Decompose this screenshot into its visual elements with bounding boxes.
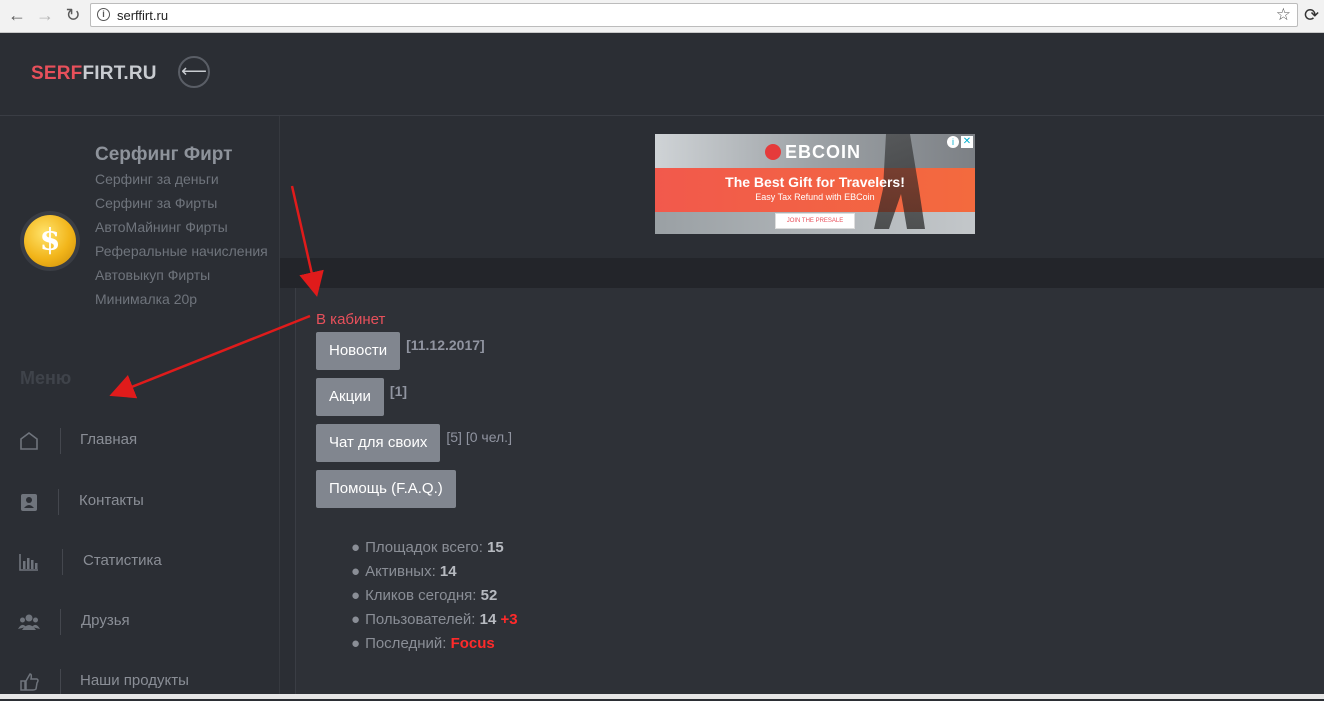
stat-users-delta: +3 xyxy=(500,611,518,628)
promos-button[interactable]: Акции xyxy=(316,378,384,416)
stat-last-user-name[interactable]: Focus xyxy=(451,635,495,652)
coin-avatar: $ xyxy=(24,215,76,267)
sidebar-item-label: Наши продукты xyxy=(80,672,189,689)
menu-separator xyxy=(60,609,61,635)
promos-row: Акции [1] xyxy=(316,378,407,416)
promos-count: [1] xyxy=(389,383,408,399)
home-icon xyxy=(18,430,40,452)
stat-value: 14 xyxy=(479,611,497,628)
sidebar-item-friends[interactable]: Друзья xyxy=(0,601,279,641)
thumbs-up-icon xyxy=(18,671,40,693)
profile-link-automining[interactable]: АвтоМайнинг Фирты xyxy=(95,215,270,239)
logo-part-serf: SERF xyxy=(31,63,83,84)
profile-link-minimum[interactable]: Минималка 20р xyxy=(95,287,270,311)
faq-row: Помощь (F.A.Q.) xyxy=(316,470,456,508)
divider-stripe xyxy=(280,258,1324,288)
menu-separator xyxy=(60,428,61,454)
arrow-left-icon: ⟵ xyxy=(181,61,207,81)
ad-headline: The Best Gift for Travelers! xyxy=(725,174,905,190)
stat-label: Активных: xyxy=(365,563,436,580)
stat-label: Площадок всего: xyxy=(365,539,483,556)
stat-label: Последний: xyxy=(365,635,447,652)
sidebar-item-label: Главная xyxy=(80,431,138,448)
news-row: Новости [11.12.2017] xyxy=(316,332,485,370)
ad-brand-logo-icon xyxy=(765,144,781,160)
bookmark-star-icon[interactable]: ☆ xyxy=(1276,5,1291,25)
profile-link-autobuy[interactable]: Автовыкуп Фирты xyxy=(95,263,270,287)
site-header: SERFFIRT.RU ⟵ xyxy=(0,33,1324,116)
faq-button[interactable]: Помощь (F.A.Q.) xyxy=(316,470,456,508)
sidebar-item-home[interactable]: Главная xyxy=(0,420,279,460)
ad-info-icon[interactable]: i xyxy=(947,136,959,148)
stat-label: Кликов сегодня: xyxy=(365,587,477,604)
sidebar-item-statistics[interactable]: Статистика xyxy=(0,541,279,581)
stat-value: 52 xyxy=(480,587,498,604)
stat-last-user: ● Последний: Focus xyxy=(351,635,495,652)
stat-clicks-today: ● Кликов сегодня: 52 xyxy=(351,587,498,604)
forward-icon[interactable]: → xyxy=(33,3,57,27)
profile-link-surf-money[interactable]: Серфинг за деньги xyxy=(95,167,270,191)
menu-heading: Меню xyxy=(20,368,72,388)
site-logo[interactable]: SERFFIRT.RU xyxy=(31,63,157,85)
ad-close-icon[interactable]: ✕ xyxy=(961,136,973,148)
back-icon[interactable]: ← xyxy=(5,3,29,27)
bar-chart-icon xyxy=(18,551,40,573)
sidebar-item-contacts[interactable]: Контакты xyxy=(0,481,279,521)
logo-part-firt: FIRT.RU xyxy=(82,63,157,84)
main-content: EBCOIN The Best Gift for Travelers! Easy… xyxy=(280,116,1324,699)
stat-sites-total: ● Площадок всего: 15 xyxy=(351,539,504,556)
news-date: [11.12.2017] xyxy=(406,337,485,353)
ad-brand-text: EBCOIN xyxy=(785,142,862,162)
address-bar[interactable]: i serffirt.ru ☆ xyxy=(90,3,1298,27)
profile-title: Серфинг Фирт xyxy=(95,144,233,165)
taskbar-edge xyxy=(0,694,1324,699)
users-icon xyxy=(18,611,40,633)
stat-value: 15 xyxy=(487,539,504,556)
ad-banner[interactable]: EBCOIN The Best Gift for Travelers! Easy… xyxy=(655,134,975,234)
url-text[interactable]: serffirt.ru xyxy=(117,8,168,23)
chat-row: Чат для своих [5] [0 чел.] xyxy=(316,424,512,462)
stats-list: ● Площадок всего: 15 ● Активных: 14 ● Клико… xyxy=(351,536,518,656)
profile-link-referral[interactable]: Реферальные начисления xyxy=(95,239,270,263)
menu-separator xyxy=(62,549,63,575)
profile-link-surf-firts[interactable]: Серфинг за Фирты xyxy=(95,191,270,215)
menu-separator xyxy=(60,669,61,695)
reload-icon[interactable]: ↻ xyxy=(61,3,85,27)
cabinet-link[interactable]: В кабинет xyxy=(316,311,385,328)
stat-active: ● Активных: 14 xyxy=(351,563,457,580)
stat-users: ● Пользователей: 14 +3 xyxy=(351,611,518,628)
sidebar-toggle-button[interactable]: ⟵ xyxy=(178,56,210,88)
sidebar-item-label: Статистика xyxy=(83,552,162,569)
stat-label: Пользователей: xyxy=(365,611,476,628)
ad-subtitle: Easy Tax Refund with EBCoin xyxy=(755,192,875,202)
browser-toolbar: ← → ↻ i serffirt.ru ☆ ⟳ xyxy=(0,0,1324,33)
extension-icon[interactable]: ⟳ xyxy=(1304,5,1319,26)
profile-links: Серфинг за деньги Серфинг за Фирты АвтоМ… xyxy=(95,167,270,311)
sidebar-item-label: Друзья xyxy=(81,612,130,629)
stat-value: 14 xyxy=(439,563,457,580)
info-panel: В кабинет Новости [11.12.2017] Акции [1] Ч… xyxy=(295,288,1324,699)
news-button[interactable]: Новости xyxy=(316,332,401,370)
ad-cta-button[interactable]: JOIN THE PRESALE xyxy=(775,213,855,229)
ad-brand: EBCOIN xyxy=(765,142,861,163)
menu-separator xyxy=(58,489,59,515)
sidebar-item-label: Контакты xyxy=(79,492,144,509)
chat-button[interactable]: Чат для своих xyxy=(316,424,441,462)
sidebar: $ Серфинг Фирт Серфинг за деньги Серфинг… xyxy=(0,116,280,699)
contacts-icon xyxy=(18,491,40,513)
site-info-icon[interactable]: i xyxy=(97,8,110,21)
chat-count: [5] [0 чел.] xyxy=(446,429,512,445)
